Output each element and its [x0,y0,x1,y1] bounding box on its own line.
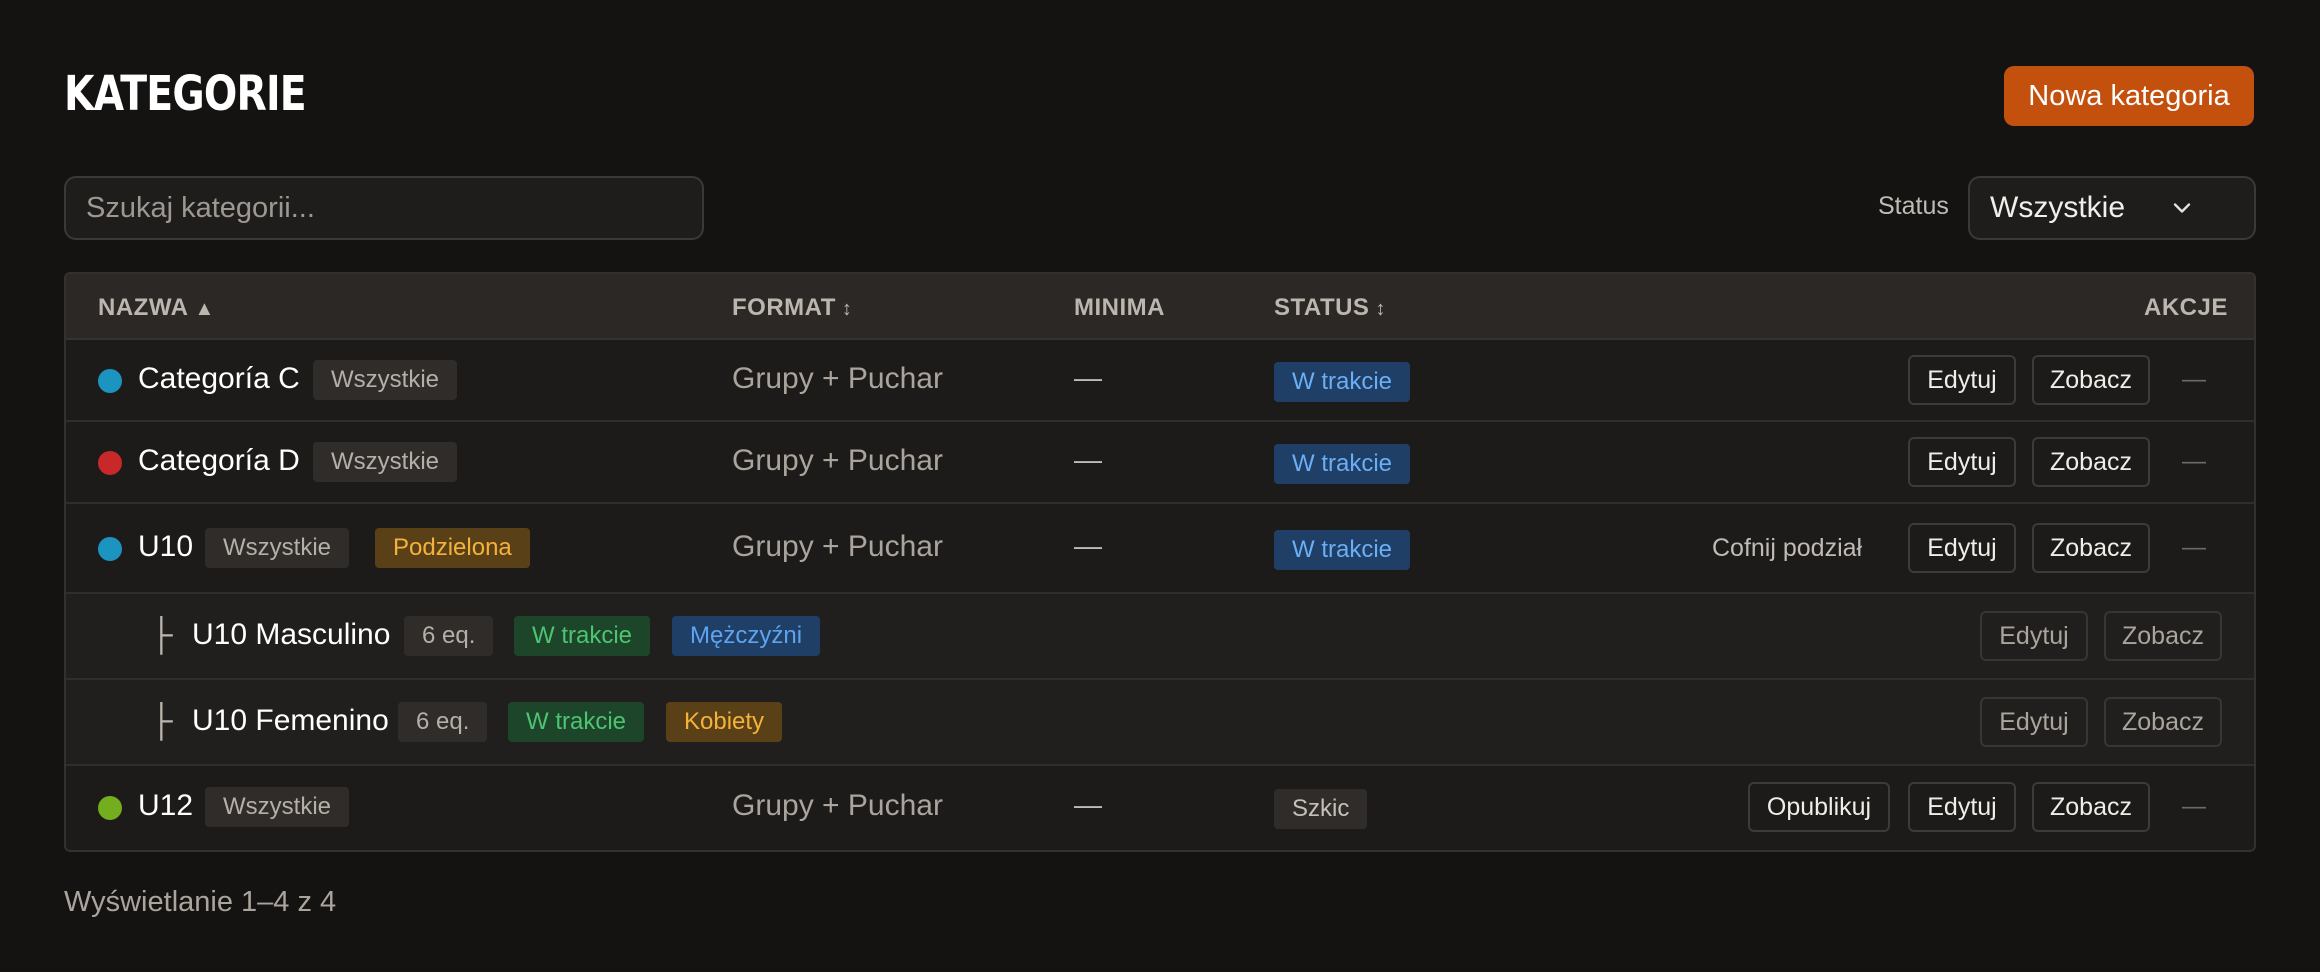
table-row-subcategory: ├ U10 Femenino 6 eq. W trakcie Kobiety E… [66,680,2254,766]
category-color-dot [98,537,122,561]
column-header-format[interactable]: FORMAT ↕ [732,294,852,322]
view-button[interactable]: Zobacz [2032,782,2150,832]
category-tag: Wszystkie [313,442,457,482]
category-name: Categoría C [138,362,300,395]
publish-button[interactable]: Opublikuj [1748,782,1890,832]
category-name: Categoría D [138,444,300,477]
more-actions[interactable]: — [2182,793,2206,821]
more-actions[interactable]: — [2182,534,2206,562]
format-value: Grupy + Puchar [732,444,943,477]
gender-tag: Mężczyźni [672,616,821,656]
category-color-dot [98,796,122,820]
column-header-minima: MINIMA [1074,294,1165,321]
tree-branch-icon: ├ [150,616,173,652]
status-badge: W trakcie [508,702,645,742]
page: KATEGORIE Nowa kategoria Status Wszystki… [0,0,2320,972]
format-value: Grupy + Puchar [732,530,943,563]
edit-button[interactable]: Edytuj [1980,611,2088,661]
column-header-status[interactable]: STATUS ↕ [1274,294,1386,322]
sort-icon: ↕ [841,298,853,320]
minima-value: — [1074,530,1102,561]
status-badge: W trakcie [1274,444,1411,484]
page-title: KATEGORIE [64,66,307,122]
new-category-button[interactable]: Nowa kategoria [2004,66,2254,126]
minima-value: — [1074,362,1102,393]
table-header: NAZWA ▲ FORMAT ↕ MINIMA STATUS ↕ AKCJE [66,274,2254,340]
minima-value: — [1074,789,1102,820]
format-value: Grupy + Puchar [732,789,943,822]
status-badge: W trakcie [1274,530,1411,570]
column-header-actions: AKCJE [2144,294,2228,321]
subcategory-name: U10 Masculino [192,618,391,651]
view-button[interactable]: Zobacz [2104,697,2222,747]
status-badge: W trakcie [514,616,651,656]
category-tag: Wszystkie [205,528,349,568]
categories-table: NAZWA ▲ FORMAT ↕ MINIMA STATUS ↕ AKCJE Cate… [64,272,2256,852]
teams-count-tag: 6 eq. [404,616,494,656]
table-row-subcategory: ├ U10 Masculino 6 eq. W trakcie Mężczyźn… [66,594,2254,680]
gender-tag: Kobiety [666,702,783,742]
view-button[interactable]: Zobacz [2104,611,2222,661]
view-button[interactable]: Zobacz [2032,437,2150,487]
edit-button[interactable]: Edytuj [1908,523,2016,573]
undo-split-link[interactable]: Cofnij podział [1712,534,1862,563]
sort-asc-icon: ▲ [194,298,215,320]
table-row: Categoría C Wszystkie Grupy + Puchar — W… [66,340,2254,422]
teams-count-tag: 6 eq. [398,702,488,742]
status-filter-select[interactable]: Wszystkie [1968,176,2256,240]
column-header-name[interactable]: NAZWA ▲ [98,294,215,322]
view-button[interactable]: Zobacz [2032,355,2150,405]
table-row: Categoría D Wszystkie Grupy + Puchar — W… [66,422,2254,504]
pagination-info: Wyświetlanie 1–4 z 4 [64,886,337,918]
table-row: U12 Wszystkie Grupy + Puchar — Szkic Opu… [66,766,2254,850]
view-button[interactable]: Zobacz [2032,523,2150,573]
subcategory-name: U10 Femenino [192,704,389,737]
tree-branch-icon: ├ [150,702,173,738]
more-actions[interactable]: — [2182,366,2206,394]
edit-button[interactable]: Edytuj [1908,782,2016,832]
edit-button[interactable]: Edytuj [1908,355,2016,405]
chevron-down-icon [2173,203,2191,213]
category-name: U10 [138,530,194,563]
category-tag: Wszystkie [205,787,349,827]
sort-icon: ↕ [1375,298,1386,320]
category-color-dot [98,451,122,475]
more-actions[interactable]: — [2182,448,2206,476]
minima-value: — [1074,444,1102,475]
edit-button[interactable]: Edytuj [1980,697,2088,747]
table-row: U10 Wszystkie Podzielona Grupy + Puchar … [66,504,2254,594]
status-filter-label: Status [1878,192,1949,220]
search-input[interactable] [64,176,704,240]
format-value: Grupy + Puchar [732,362,943,395]
split-badge: Podzielona [375,528,530,568]
category-color-dot [98,369,122,393]
category-tag: Wszystkie [313,360,457,400]
edit-button[interactable]: Edytuj [1908,437,2016,487]
status-badge: Szkic [1274,789,1368,829]
status-badge: W trakcie [1274,362,1411,402]
category-name: U12 [138,789,194,822]
status-filter-value: Wszystkie [1990,191,2125,224]
